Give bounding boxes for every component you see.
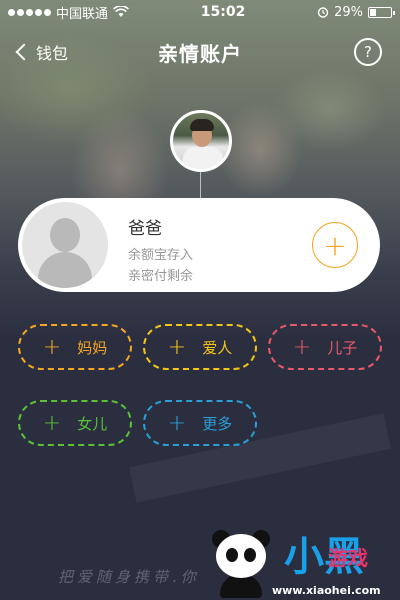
member-avatar-placeholder (22, 202, 108, 288)
member-name: 爸爸 (128, 219, 162, 239)
connector-line (200, 172, 201, 200)
add-spouse-button[interactable]: + 爱人 (143, 324, 257, 370)
pill-label: 更多 (202, 414, 233, 433)
help-button[interactable]: ? (354, 38, 382, 66)
back-label: 钱包 (36, 44, 69, 63)
family-member-card[interactable]: 爸爸 余额宝存入 亲密付剩余 + (18, 198, 380, 292)
wifi-icon (113, 6, 129, 17)
add-member-button[interactable]: + (312, 222, 358, 268)
plus-icon: + (167, 334, 187, 360)
plus-icon: + (292, 334, 312, 360)
brand-url: www.xiaohei.com (272, 584, 381, 597)
question-icon: ? (364, 43, 372, 61)
battery-percent: 29% (334, 4, 363, 20)
nav-bar: 钱包 亲情账户 ? (0, 28, 400, 76)
member-info: 爸爸 余额宝存入 亲密付剩余 (128, 214, 193, 287)
plus-icon: + (42, 334, 62, 360)
add-son-button[interactable]: + 儿子 (268, 324, 382, 370)
pill-label: 儿子 (327, 338, 358, 357)
panda-eye-right (244, 548, 256, 562)
status-right: 29% (317, 4, 395, 20)
watermark-slogan: 把爱随身携带.你 (58, 568, 200, 586)
battery-fill (370, 8, 376, 16)
carrier-label: 中国联通 (56, 6, 109, 22)
battery-icon (368, 6, 395, 18)
back-button[interactable]: 钱包 (14, 40, 68, 64)
plus-icon: + (42, 410, 62, 436)
pill-label: 女儿 (77, 414, 108, 433)
brand-logo-sub: 游戏 (328, 546, 368, 570)
panda-logo-icon (208, 526, 274, 598)
pill-label: 爱人 (202, 338, 233, 357)
add-daughter-button[interactable]: + 女儿 (18, 400, 132, 446)
user-avatar[interactable] (170, 110, 232, 172)
chevron-left-icon (15, 43, 33, 61)
panda-eye-left (226, 548, 238, 562)
avatar-shirt (183, 147, 223, 169)
signal-dots-icon (8, 8, 51, 16)
page-title: 亲情账户 (158, 41, 242, 66)
status-bar: 中国联通 15:02 29% (0, 0, 400, 24)
panda-head (216, 534, 266, 578)
status-left: 中国联通 (8, 3, 129, 22)
avatar-hair (190, 119, 214, 131)
add-mother-button[interactable]: + 妈妈 (18, 324, 132, 370)
plus-icon: + (167, 410, 187, 436)
plus-icon: + (323, 228, 347, 262)
more-members-button[interactable]: + 更多 (143, 400, 257, 446)
site-watermark: 把爱随身携带.你 小黑 游戏 www.xiaohei.com (0, 520, 400, 600)
member-balance-line: 余额宝存入 (128, 248, 194, 263)
clock: 15:02 (200, 4, 246, 20)
pill-label: 妈妈 (77, 338, 108, 357)
placeholder-body (38, 252, 92, 288)
placeholder-head (50, 218, 80, 252)
alarm-icon (317, 7, 329, 18)
member-intimate-pay-line: 亲密付剩余 (128, 269, 194, 284)
